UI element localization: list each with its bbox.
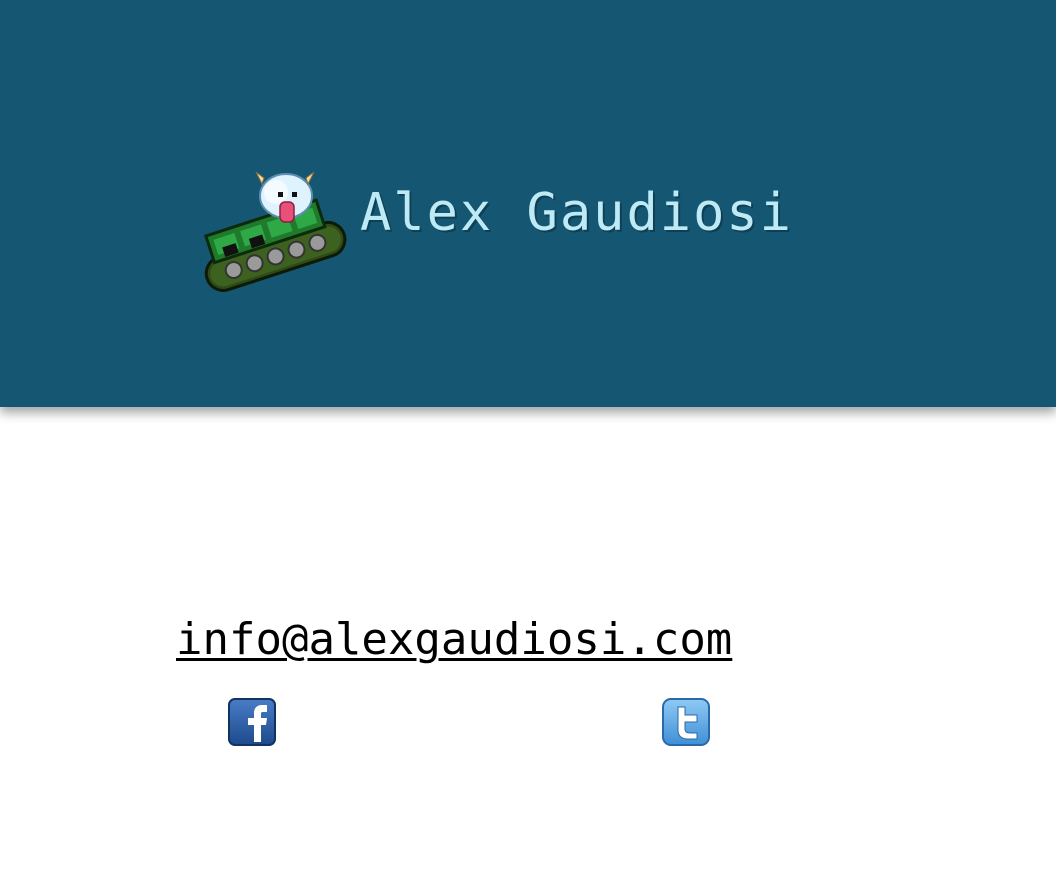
- tank-with-poro-icon: [203, 171, 347, 292]
- site-title: Alex Gaudiosi: [360, 183, 793, 243]
- site-header: Alex Gaudiosi: [0, 0, 1056, 407]
- email-link[interactable]: info@alexgaudiosi.com: [176, 612, 732, 668]
- facebook-icon: [228, 698, 276, 746]
- twitter-link[interactable]: [662, 698, 710, 746]
- twitter-icon: [662, 698, 710, 746]
- facebook-link[interactable]: [228, 698, 276, 746]
